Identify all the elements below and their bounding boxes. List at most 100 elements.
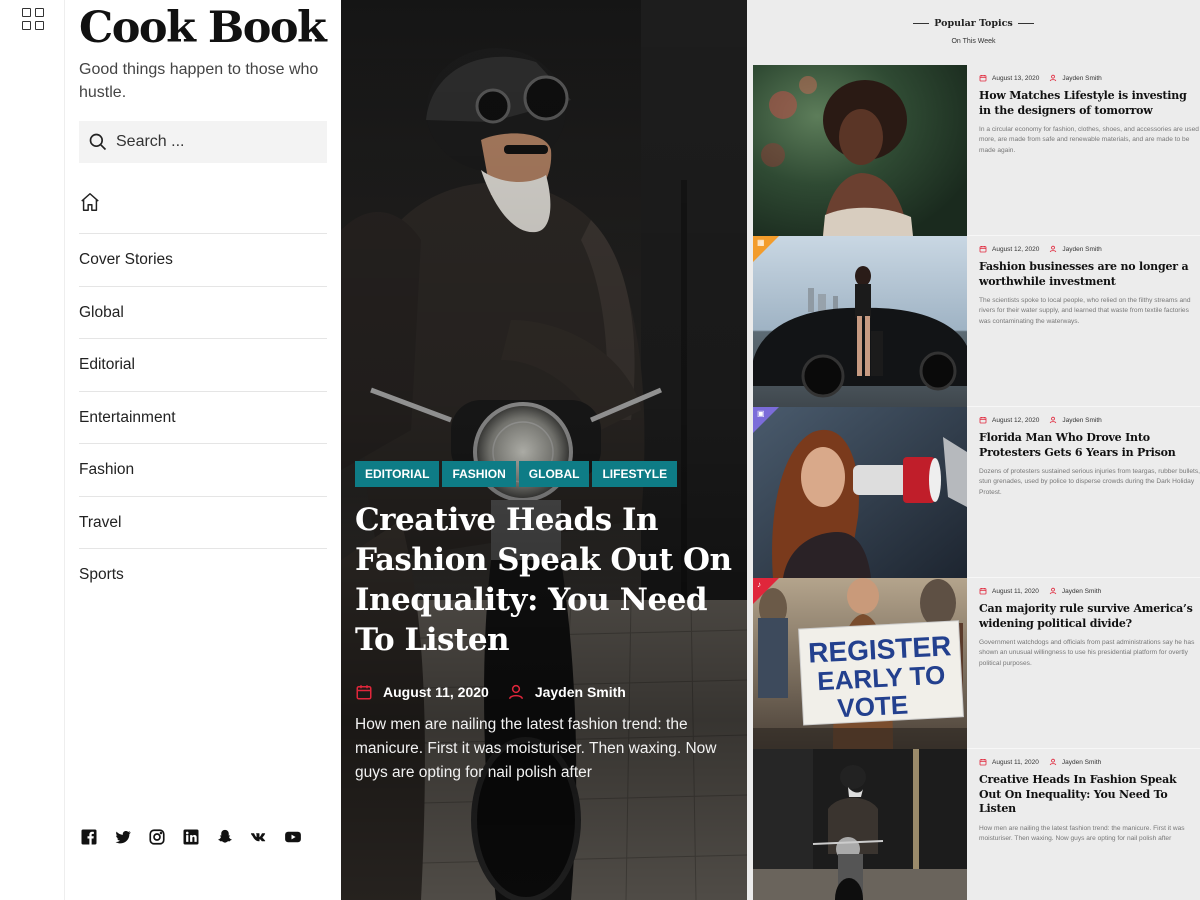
featured-title[interactable]: Creative Heads In Fashion Speak Out On I…: [355, 500, 735, 660]
user-icon: [508, 684, 523, 700]
featured-post[interactable]: EDITORIAL FASHION GLOBAL LIFESTYLE Creat…: [341, 0, 747, 900]
post-image: [753, 407, 967, 578]
post-meta: August 11, 2020 Jayden Smith: [979, 757, 1200, 767]
popular-topics-panel: Popular Topics On This Week August 13, 2…: [747, 0, 1200, 900]
user-icon: [1049, 758, 1057, 766]
linkedin-icon[interactable]: [181, 827, 201, 847]
tag-fashion[interactable]: FASHION: [442, 461, 516, 487]
nav-item-fashion[interactable]: Fashion: [79, 444, 327, 497]
post-format-badge: ▦: [753, 236, 779, 262]
calendar-icon: ▦: [757, 238, 765, 247]
search-input[interactable]: [116, 133, 316, 151]
facebook-icon[interactable]: [79, 827, 99, 847]
popular-topics-subtitle: On This Week: [951, 38, 996, 45]
grid-menu-icon[interactable]: [22, 8, 44, 30]
post-body: August 13, 2020 Jayden Smith How Matches…: [967, 65, 1200, 236]
post-date[interactable]: August 13, 2020: [992, 75, 1039, 82]
tag-lifestyle[interactable]: LIFESTYLE: [592, 461, 678, 487]
sign-line-3: VOTE: [837, 690, 909, 724]
vk-icon[interactable]: [249, 827, 269, 847]
post-date[interactable]: August 12, 2020: [992, 417, 1039, 424]
user-icon: [1049, 587, 1057, 595]
featured-excerpt: How men are nailing the latest fashion t…: [355, 716, 717, 781]
tag-editorial[interactable]: EDITORIAL: [355, 461, 440, 487]
site-tagline: Good things happen to those who hustle.: [79, 61, 319, 101]
popular-post-card: August 11, 2020 Jayden Smith Creative He…: [753, 749, 1200, 900]
post-image: [753, 65, 967, 236]
featured-tags: EDITORIAL FASHION GLOBAL LIFESTYLE: [355, 461, 678, 487]
music-icon: ♪: [757, 580, 761, 589]
twitter-icon[interactable]: [113, 827, 133, 847]
post-body: August 11, 2020 Jayden Smith Creative He…: [967, 749, 1200, 900]
post-title[interactable]: Florida Man Who Drove Into Protesters Ge…: [979, 431, 1200, 460]
post-thumbnail[interactable]: ▣: [753, 407, 967, 578]
post-excerpt: In a circular economy for fashion, cloth…: [979, 126, 1199, 154]
nav-home[interactable]: [79, 190, 327, 234]
post-date[interactable]: August 12, 2020: [992, 246, 1039, 253]
post-date[interactable]: August 11, 2020: [992, 588, 1039, 595]
instagram-icon[interactable]: [147, 827, 167, 847]
post-author[interactable]: Jayden Smith: [1062, 759, 1101, 766]
popular-post-card: ▦ August 12, 2020 Jayden Smith Fashion b…: [753, 236, 1200, 407]
post-excerpt: The scientists spoke to local people, wh…: [979, 297, 1191, 325]
site-logo[interactable]: Cook Book: [79, 6, 327, 50]
left-rail: [0, 0, 65, 900]
popular-post-card: ▣ August 12, 2020 Jayden Smith Florida M…: [753, 407, 1200, 578]
post-author[interactable]: Jayden Smith: [1062, 417, 1101, 424]
calendar-icon: [979, 759, 987, 766]
nav-item-sports[interactable]: Sports: [79, 549, 327, 602]
featured-date[interactable]: August 11, 2020: [383, 684, 489, 700]
post-meta: August 11, 2020 Jayden Smith: [979, 586, 1200, 596]
featured-author[interactable]: Jayden Smith: [535, 684, 626, 700]
post-date[interactable]: August 11, 2020: [992, 759, 1039, 766]
popular-topics-title: Popular Topics: [934, 18, 1013, 29]
user-icon: [1050, 245, 1057, 253]
sidebar: Cook Book Good things happen to those wh…: [79, 0, 327, 900]
post-image: [753, 749, 967, 900]
calendar-icon: [356, 685, 372, 700]
home-icon: [81, 193, 99, 211]
snapchat-icon[interactable]: [215, 827, 235, 847]
search-icon: [89, 133, 107, 151]
featured-meta: August 11, 2020 Jayden Smith: [355, 683, 626, 701]
nav-item-travel[interactable]: Travel: [79, 497, 327, 549]
post-body: August 12, 2020 Jayden Smith Fashion bus…: [967, 236, 1200, 407]
post-excerpt: How men are nailing the latest fashion t…: [979, 824, 1185, 842]
post-body: August 12, 2020 Jayden Smith Florida Man…: [967, 407, 1200, 578]
calendar-icon: [979, 75, 987, 82]
post-title[interactable]: Can majority rule survive America’s wide…: [979, 602, 1200, 631]
post-title[interactable]: How Matches Lifestyle is investing in th…: [979, 89, 1200, 118]
popular-post-card: REGISTER EARLY TO VOTE ♪ August 11, 2020…: [753, 578, 1200, 749]
post-image: [753, 236, 967, 407]
post-format-badge: ▣: [753, 407, 779, 433]
search-box[interactable]: [79, 121, 327, 163]
popular-post-card: August 13, 2020 Jayden Smith How Matches…: [753, 65, 1200, 236]
user-icon: [1050, 74, 1057, 82]
post-title[interactable]: Fashion businesses are no longer a worth…: [979, 260, 1200, 289]
camera-icon: ▣: [757, 409, 765, 418]
popular-topics-header: Popular Topics On This Week: [747, 11, 1200, 45]
tag-global[interactable]: GLOBAL: [518, 461, 590, 487]
post-author[interactable]: Jayden Smith: [1062, 246, 1101, 253]
post-title[interactable]: Creative Heads In Fashion Speak Out On I…: [979, 773, 1200, 817]
post-excerpt: Government watchdogs and officials from …: [979, 639, 1195, 667]
post-thumbnail[interactable]: REGISTER EARLY TO VOTE ♪: [753, 578, 967, 749]
post-thumbnail[interactable]: [753, 749, 967, 900]
social-links: [79, 827, 303, 847]
nav-item-global[interactable]: Global: [79, 287, 327, 339]
post-author[interactable]: Jayden Smith: [1062, 588, 1101, 595]
nav-item-entertainment[interactable]: Entertainment: [79, 392, 327, 444]
post-body: August 11, 2020 Jayden Smith Can majorit…: [967, 578, 1200, 749]
nav-item-editorial[interactable]: Editorial: [79, 339, 327, 392]
post-excerpt: Dozens of protesters sustained serious i…: [979, 468, 1200, 496]
post-thumbnail[interactable]: ▦: [753, 236, 967, 407]
post-author[interactable]: Jayden Smith: [1062, 75, 1101, 82]
calendar-icon: [979, 417, 987, 424]
youtube-icon[interactable]: [283, 827, 303, 847]
main-nav: Cover Stories Global Editorial Entertain…: [79, 234, 327, 602]
post-format-badge: ♪: [753, 578, 779, 604]
post-meta: August 13, 2020 Jayden Smith: [979, 73, 1200, 83]
calendar-icon: [979, 246, 987, 253]
nav-item-cover-stories[interactable]: Cover Stories: [79, 234, 327, 287]
post-thumbnail[interactable]: [753, 65, 967, 236]
